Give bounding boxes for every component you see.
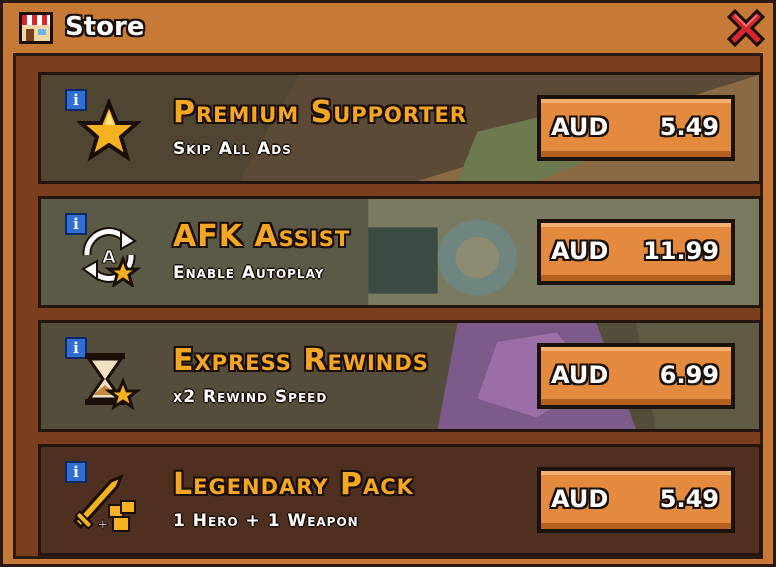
price-value: 5.49 xyxy=(659,485,719,513)
store-item-express-rewinds: i Express Rewinds x2 Rewind Speed AUD 6.… xyxy=(38,320,762,432)
hourglass-star-icon xyxy=(85,353,141,411)
store-item-list: i Premium Supporter Skip All Ads AUD 5.4… xyxy=(13,53,763,559)
price-value: 5.49 xyxy=(659,113,719,141)
store-item-legendary-pack: i + Legendary Pack 1 Hero + 1 Weapon AUD… xyxy=(38,444,762,556)
buy-button-face: AUD 5.49 xyxy=(541,471,731,529)
close-x-icon[interactable] xyxy=(725,7,767,49)
window-title: Store xyxy=(65,12,145,42)
item-description: x2 Rewind Speed xyxy=(173,387,328,407)
buy-button[interactable]: AUD 11.99 xyxy=(537,219,735,285)
autoplay-star-icon: A xyxy=(81,227,141,287)
buy-button-face: AUD 11.99 xyxy=(541,223,731,281)
item-name: Premium Supporter xyxy=(173,95,467,130)
sword-heroes-icon: + xyxy=(72,474,136,534)
store-item-premium-supporter: i Premium Supporter Skip All Ads AUD 5.4… xyxy=(38,72,762,184)
item-name: Express Rewinds xyxy=(173,343,429,378)
price-currency: AUD xyxy=(551,237,609,265)
star-icon xyxy=(77,99,141,162)
store-awning-icon xyxy=(19,12,53,44)
price-currency: AUD xyxy=(551,485,609,513)
buy-button[interactable]: AUD 6.99 xyxy=(537,343,735,409)
price-currency: AUD xyxy=(551,361,609,389)
store-item-afk-assist: i A AFK Assist Enable Autoplay AUD 11.99 xyxy=(38,196,762,308)
title-bar: Store xyxy=(3,3,773,51)
svg-text:A: A xyxy=(102,247,116,268)
item-description: Skip All Ads xyxy=(173,139,292,159)
buy-button-face: AUD 6.99 xyxy=(541,347,731,405)
item-name: AFK Assist xyxy=(173,219,351,254)
price-currency: AUD xyxy=(551,113,609,141)
buy-button[interactable]: AUD 5.49 xyxy=(537,467,735,533)
svg-text:+: + xyxy=(97,517,109,533)
price-value: 11.99 xyxy=(643,237,719,265)
price-value: 6.99 xyxy=(659,361,719,389)
item-description: Enable Autoplay xyxy=(173,263,325,283)
buy-button[interactable]: AUD 5.49 xyxy=(537,95,735,161)
buy-button-face: AUD 5.49 xyxy=(541,99,731,157)
item-name: Legendary Pack xyxy=(173,467,414,502)
store-window: Store i Premium Supporter Skip All Ads A… xyxy=(0,0,776,567)
item-description: 1 Hero + 1 Weapon xyxy=(173,511,359,531)
